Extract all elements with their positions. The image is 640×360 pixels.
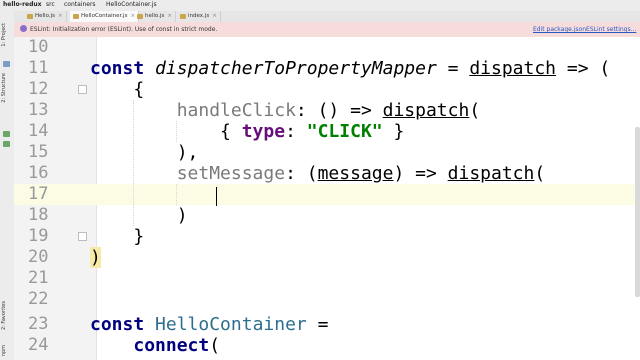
line-number: 11 xyxy=(28,58,49,78)
close-icon[interactable]: × xyxy=(167,13,172,19)
code-text: handleClick: () => dispatch( xyxy=(176,100,481,121)
expand-icon[interactable] xyxy=(3,141,10,147)
code-line: 19 } xyxy=(14,226,640,247)
code-text: setMessage: (message) => dispatch( xyxy=(176,163,546,184)
line-number: 24 xyxy=(28,335,49,355)
code-text: const HelloContainer = xyxy=(90,314,329,335)
line-number: 15 xyxy=(28,142,49,162)
eslint-settings-link[interactable]: ESLint settings... xyxy=(586,26,636,33)
line-number: 10 xyxy=(28,37,49,57)
breadcrumb-file[interactable]: HelloContainer.js xyxy=(106,1,157,8)
fold-icon[interactable] xyxy=(78,232,87,241)
line-number: 13 xyxy=(28,100,49,120)
indent-guide xyxy=(176,184,177,205)
code-text: ) xyxy=(90,247,101,268)
left-tool-strip: 1: Project 2: Structure 2: Favorites npm xyxy=(0,11,15,360)
code-line: 13 handleClick: () => dispatch( xyxy=(14,100,640,121)
code-line: 20 ) xyxy=(14,247,640,268)
breadcrumb-containers[interactable]: containers xyxy=(64,1,96,8)
code-line: 10 xyxy=(14,37,640,58)
banner-message: ESLint: Initialization error (ESLint). U… xyxy=(30,26,218,33)
code-text: } xyxy=(90,226,145,247)
code-text: { type: "CLICK" } xyxy=(90,121,405,142)
error-icon xyxy=(20,25,27,32)
structure-tool-window-label[interactable]: 2: Structure xyxy=(1,73,7,103)
code-line: 15 ), xyxy=(14,142,640,163)
close-icon[interactable]: × xyxy=(212,13,217,19)
line-number: 16 xyxy=(28,163,49,183)
tab-label: HelloContainer.js xyxy=(81,13,128,19)
line-number: 22 xyxy=(28,289,49,309)
code-line: 12 { xyxy=(14,79,640,100)
js-file-icon xyxy=(180,14,186,19)
edit-package-json-link[interactable]: Edit package.json xyxy=(533,26,586,33)
code-line: 18 ) xyxy=(14,205,640,226)
line-number: 17 xyxy=(28,184,49,204)
code-line: 16 setMessage: (message) => dispatch( xyxy=(14,163,640,184)
breadcrumb-src[interactable]: src xyxy=(46,1,55,8)
js-file-icon xyxy=(73,14,79,19)
line-number: 18 xyxy=(28,205,49,225)
line-number: 14 xyxy=(28,121,49,141)
breadcrumb-project[interactable]: hello-redux xyxy=(3,1,42,8)
tab-hellocontainer-js[interactable]: HelloContainer.js × xyxy=(70,11,140,22)
tab-label: index.js xyxy=(188,13,210,19)
close-icon[interactable]: × xyxy=(58,13,63,19)
js-file-icon xyxy=(137,14,143,19)
code-text: { xyxy=(90,79,145,100)
npm-tool-window-label[interactable]: npm xyxy=(1,345,7,356)
code-text: const dispatcherToPropertyMapper = dispa… xyxy=(90,58,611,79)
code-editor[interactable]: 10 11 const dispatcherToPropertyMapper =… xyxy=(14,37,640,360)
tab-index-js[interactable]: index.js × xyxy=(177,11,221,22)
code-line: 14 { type: "CLICK" } xyxy=(14,121,640,142)
indent-guide xyxy=(133,100,134,226)
js-file-icon xyxy=(27,14,33,19)
code-text: ), xyxy=(90,142,199,163)
code-line: 23 const HelloContainer = xyxy=(14,314,640,335)
line-number: 12 xyxy=(28,79,49,99)
tab-label: hello.js xyxy=(145,13,165,19)
code-text: ) xyxy=(90,205,188,226)
code-line: 24 connect( xyxy=(14,335,640,356)
current-code-line: 17 xyxy=(14,184,640,205)
folder-icon xyxy=(3,61,10,67)
code-line: 11 const dispatcherToPropertyMapper = di… xyxy=(14,58,640,79)
vertical-scrollbar[interactable] xyxy=(635,127,640,297)
line-number: 19 xyxy=(28,226,49,246)
code-line: 21 xyxy=(14,268,640,289)
fold-icon[interactable] xyxy=(78,85,87,94)
project-tool-window-label[interactable]: 1: Project xyxy=(1,23,7,47)
code-text: connect( xyxy=(133,335,221,356)
indent-guide xyxy=(176,121,177,142)
code-line: 22 xyxy=(14,289,640,310)
line-number: 21 xyxy=(28,268,49,288)
tab-hello-js-lower[interactable]: hello.js × xyxy=(134,11,176,22)
tab-hello-js[interactable]: Hello.js × xyxy=(24,11,67,22)
favorites-tool-window-label[interactable]: 2: Favorites xyxy=(1,301,7,330)
line-number: 23 xyxy=(28,314,49,334)
collapse-icon[interactable] xyxy=(3,131,10,137)
tab-label: Hello.js xyxy=(35,13,55,19)
text-caret xyxy=(216,187,217,206)
eslint-error-banner: ESLint: Initialization error (ESLint). U… xyxy=(14,22,640,38)
line-number: 20 xyxy=(28,247,49,267)
